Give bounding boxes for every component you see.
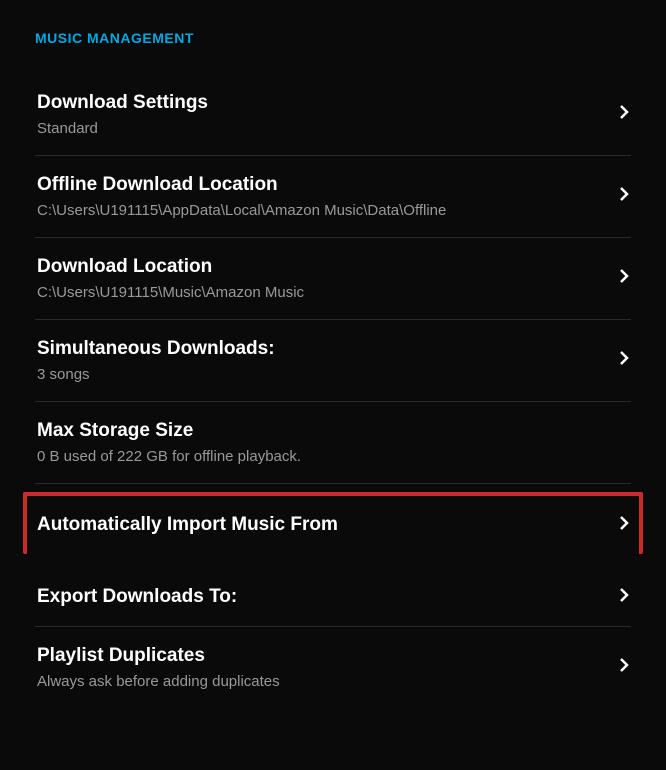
setting-subtitle: C:\Users\U191115\Music\Amazon Music xyxy=(37,284,607,301)
setting-max-storage-size[interactable]: Max Storage Size 0 B used of 222 GB for … xyxy=(35,402,631,484)
setting-subtitle: Standard xyxy=(37,120,607,137)
chevron-right-icon xyxy=(619,657,629,678)
setting-title: Simultaneous Downloads: xyxy=(37,338,607,360)
setting-text: Simultaneous Downloads: 3 songs xyxy=(37,338,607,383)
setting-simultaneous-downloads[interactable]: Simultaneous Downloads: 3 songs xyxy=(35,320,631,402)
section-header: MUSIC MANAGEMENT xyxy=(35,30,631,46)
setting-text: Export Downloads To: xyxy=(37,586,607,608)
chevron-right-icon xyxy=(619,587,629,608)
setting-title: Export Downloads To: xyxy=(37,586,607,608)
setting-title: Playlist Duplicates xyxy=(37,645,607,667)
setting-text: Automatically Import Music From xyxy=(37,514,607,536)
setting-text: Offline Download Location C:\Users\U1911… xyxy=(37,174,607,219)
chevron-right-icon xyxy=(619,515,629,536)
setting-auto-import-music[interactable]: Automatically Import Music From xyxy=(23,492,643,554)
setting-offline-download-location[interactable]: Offline Download Location C:\Users\U1911… xyxy=(35,156,631,238)
chevron-right-icon xyxy=(619,104,629,125)
settings-list: Download Settings Standard Offline Downl… xyxy=(35,74,631,708)
setting-subtitle: 3 songs xyxy=(37,366,607,383)
setting-text: Max Storage Size 0 B used of 222 GB for … xyxy=(37,420,607,465)
setting-text: Playlist Duplicates Always ask before ad… xyxy=(37,645,607,690)
setting-subtitle: C:\Users\U191115\AppData\Local\Amazon Mu… xyxy=(37,202,607,219)
setting-playlist-duplicates[interactable]: Playlist Duplicates Always ask before ad… xyxy=(35,627,631,708)
setting-text: Download Location C:\Users\U191115\Music… xyxy=(37,256,607,301)
setting-title: Download Location xyxy=(37,256,607,278)
setting-download-location[interactable]: Download Location C:\Users\U191115\Music… xyxy=(35,238,631,320)
setting-export-downloads[interactable]: Export Downloads To: xyxy=(35,568,631,627)
setting-title: Max Storage Size xyxy=(37,420,607,442)
setting-title: Download Settings xyxy=(37,92,607,114)
setting-title: Offline Download Location xyxy=(37,174,607,196)
setting-subtitle: 0 B used of 222 GB for offline playback. xyxy=(37,448,607,465)
chevron-right-icon xyxy=(619,268,629,289)
chevron-right-icon xyxy=(619,350,629,371)
setting-subtitle: Always ask before adding duplicates xyxy=(37,673,607,690)
chevron-right-icon xyxy=(619,186,629,207)
setting-download-settings[interactable]: Download Settings Standard xyxy=(35,74,631,156)
setting-text: Download Settings Standard xyxy=(37,92,607,137)
setting-title: Automatically Import Music From xyxy=(37,514,607,536)
